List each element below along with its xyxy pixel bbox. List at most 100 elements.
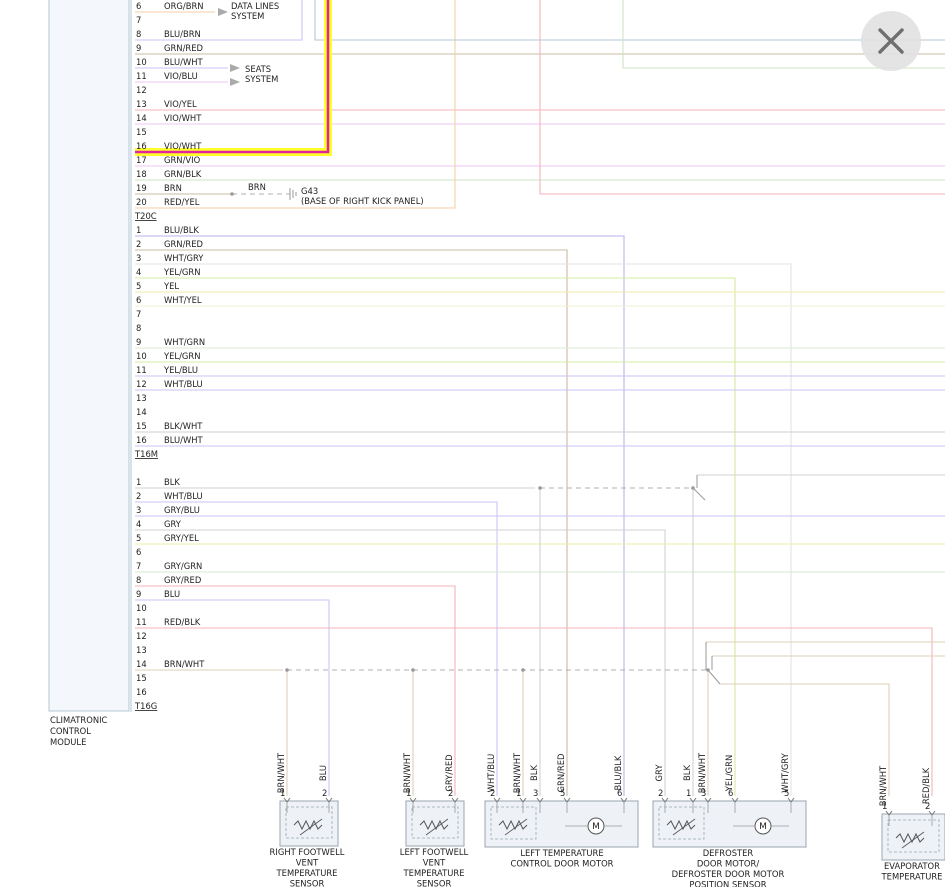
pin-number: 8	[136, 29, 141, 39]
pin-number: 13	[136, 645, 147, 655]
component-lfw[interactable]: 1BRN/WHT 2GRY/REDLEFT FOOTWELLVENTTEMPERA…	[400, 752, 469, 887]
pin-wire-color: GRY	[164, 519, 182, 529]
component-wire-color: WHT/BLU	[486, 754, 496, 793]
pin-number: 16	[136, 687, 147, 697]
wire-t16g-9-blu	[135, 599, 330, 796]
component-wire-color: RED/BLK	[921, 767, 931, 804]
pin-number: 10	[136, 57, 147, 67]
component-wire-color: GRN/RED	[556, 754, 566, 793]
component-wire-color: GRY	[654, 764, 664, 782]
component-label: SENSOR	[417, 879, 452, 887]
pin-wire-color: RED/BLK	[164, 617, 201, 627]
climatronic-module-body	[48, 0, 130, 712]
component-pin-number: 2	[322, 788, 327, 798]
close-button[interactable]	[861, 11, 921, 71]
component-wire-color: BLU/BLK	[613, 755, 623, 790]
pin-number: 3	[136, 505, 141, 515]
wire-brnwht-evp-1	[720, 683, 890, 796]
ground-location: (BASE OF RIGHT KICK PANEL)	[301, 196, 424, 206]
arrow-seats	[230, 64, 240, 72]
component-wire-color: BRN/WHT	[402, 752, 412, 793]
ground-wire-label: BRN	[248, 182, 266, 192]
pin-number: 12	[136, 631, 147, 641]
pin-number: 7	[136, 15, 141, 25]
pin-wire-color: BLU/WHT	[164, 57, 204, 67]
pin-number: 15	[136, 673, 147, 683]
component-label: VENT	[423, 858, 446, 868]
pin-number: 14	[136, 407, 147, 417]
pin-number: 3	[136, 253, 141, 263]
component-evp[interactable]: 1BRN/WHT 2RED/BLKEVAPORATORTEMPERATURE	[878, 765, 945, 882]
arrow-seats	[230, 78, 240, 86]
motor-letter: M	[759, 822, 767, 832]
pin-number: 4	[136, 519, 141, 529]
component-body	[881, 813, 945, 861]
component-wire-color: BRN/WHT	[512, 752, 522, 793]
pin-labels: 6 ORG/BRN78 BLU/BRN9 GRN/RED10 BLU/WHT11 VIO/…	[134, 1, 205, 711]
pin-number: 7	[136, 561, 141, 571]
pin-wire-color: GRN/RED	[164, 43, 203, 53]
pin-number: 12	[136, 85, 147, 95]
pin-wire-color: GRY/RED	[164, 575, 201, 585]
pin-number: 6	[136, 1, 141, 11]
pin-wire-color: BLK	[164, 477, 180, 487]
pin-number: 1	[136, 225, 141, 235]
component-label: POSITION SENSOR	[689, 880, 766, 887]
module-name: CLIMATRONIC CONTROL MODULE	[50, 715, 110, 747]
component-wire-color: GRY/RED	[444, 754, 454, 791]
ref-data-lines: DATA LINES SYSTEM	[231, 1, 279, 21]
ref-seats: SEATS SYSTEM	[245, 64, 278, 84]
pin-wire-color: BLK/WHT	[164, 421, 203, 431]
component-body	[484, 800, 639, 848]
pin-wire-color: YEL/GRN	[163, 267, 200, 277]
pin-number: 4	[136, 267, 141, 277]
pin-wire-color: YEL/GRN	[163, 351, 200, 361]
pin-wire-color: WHT/BLU	[164, 379, 203, 389]
component-pin-number: 2	[658, 788, 663, 798]
connector-id: T20C	[134, 211, 157, 221]
pin-wire-color: VIO/BLU	[164, 71, 198, 81]
pin-number: 18	[136, 169, 147, 179]
component-pin-number: 3	[533, 788, 538, 798]
component-label: DEFROSTER	[703, 848, 754, 858]
pin-number: 13	[136, 393, 147, 403]
connector-id: T16M	[134, 449, 158, 459]
component-wire-color: BLU	[318, 765, 328, 781]
pin-wire-color: BRN	[164, 183, 182, 193]
ground-symbol	[289, 188, 297, 200]
pin-number: 6	[136, 547, 141, 557]
splice-dot	[411, 668, 415, 672]
component-ltd[interactable]: M2WHT/BLU1BRN/WHT 3BLK5GRN/RED6BLU/BLKLEF…	[484, 752, 639, 869]
component-wire-color: BRN/WHT	[276, 752, 286, 793]
wire-t16g-2-wht-blu	[135, 501, 498, 796]
splice-dot	[230, 192, 234, 196]
close-icon	[878, 28, 904, 54]
pin-number: 5	[136, 281, 141, 291]
pin-wire-color: WHT/BLU	[164, 491, 203, 501]
pin-wire-color: WHT/GRN	[164, 337, 205, 347]
pin-wire-color: YEL/BLU	[163, 365, 198, 375]
component-label: LEFT FOOTWELL	[400, 847, 469, 857]
component-wire-color: BLK	[682, 765, 692, 781]
pin-wire-color: BLU/BLK	[164, 225, 199, 235]
pin-number: 11	[136, 71, 147, 81]
component-wire-color: BRN/WHT	[878, 765, 888, 806]
pin-wire-color: ORG/BRN	[164, 1, 204, 11]
connector-id: T16G	[134, 701, 157, 711]
pin-wire-color: BLU/WHT	[164, 435, 204, 445]
component-pin-number: 1	[686, 788, 691, 798]
pin-wire-color: RED/YEL	[164, 197, 200, 207]
motor-letter: M	[592, 822, 600, 832]
component-wire-color: BRN/WHT	[697, 752, 707, 793]
pin-number: 10	[136, 351, 147, 361]
component-label: CONTROL DOOR MOTOR	[510, 859, 613, 869]
pin-number: 19	[136, 183, 147, 193]
components: 1BRN/WHT 2BLURIGHT FOOTWELLVENTTEMPERATUR…	[270, 752, 945, 887]
component-rfw[interactable]: 1BRN/WHT 2BLURIGHT FOOTWELLVENTTEMPERATUR…	[270, 752, 345, 887]
pin-wire-color: YEL	[163, 281, 179, 291]
component-dfr[interactable]: M2GRY1BLK3BRN/WHT 6YEL/GRN5WHT/GRYDEFROST…	[652, 752, 807, 887]
pin-wire-color: WHT/YEL	[164, 295, 202, 305]
pin-wire-color: VIO/WHT	[164, 141, 202, 151]
pin-number: 6	[136, 295, 141, 305]
pin-wire-color: GRN/BLK	[164, 169, 202, 179]
